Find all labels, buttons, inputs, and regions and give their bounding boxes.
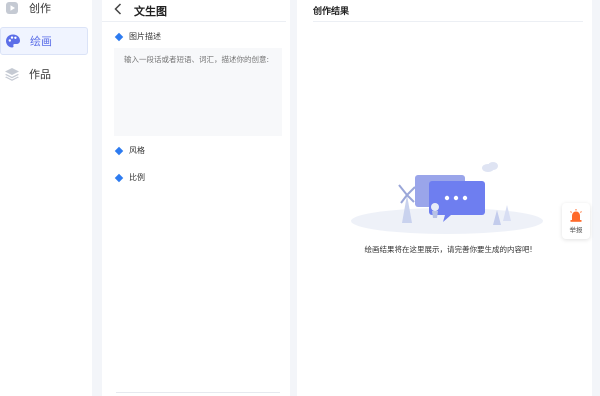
nav-label-create: 创作 <box>29 2 51 15</box>
style-label-text: 风格 <box>129 146 145 155</box>
result-panel: 创作结果 绘画结果将在这里展示，请完善你要生成的内容吧! <box>297 0 600 396</box>
nav-item-create[interactable]: 创作 <box>0 0 88 22</box>
report-button[interactable]: 举报 <box>562 203 590 239</box>
report-label: 举报 <box>569 225 583 234</box>
nav-label-draw: 绘画 <box>30 35 52 48</box>
image-desc-label: 图片描述 <box>114 31 161 42</box>
nav-item-works[interactable]: 作品 <box>0 60 88 88</box>
play-icon <box>4 0 20 16</box>
chevron-left-icon[interactable] <box>114 3 122 18</box>
divider <box>116 392 280 393</box>
layers-icon <box>4 66 20 82</box>
page-title: 文生图 <box>134 4 167 18</box>
diamond-icon <box>114 146 124 155</box>
result-title: 创作结果 <box>313 0 583 22</box>
diamond-icon <box>114 173 124 182</box>
diamond-icon <box>114 32 124 41</box>
palette-icon <box>5 33 21 49</box>
nav-label-works: 作品 <box>29 68 51 81</box>
alarm-icon <box>569 208 583 224</box>
empty-state-illustration-icon <box>351 162 543 234</box>
page-edge <box>592 0 600 396</box>
left-nav: 创作 绘画 作品 <box>0 0 92 396</box>
image-desc-input[interactable] <box>114 48 282 136</box>
nav-item-draw[interactable]: 绘画 <box>0 27 88 55</box>
style-label[interactable]: 风格 <box>114 145 145 156</box>
ratio-label[interactable]: 比例 <box>114 172 145 183</box>
ratio-label-text: 比例 <box>129 173 145 182</box>
text-to-image-panel: 文生图 图片描述 风格 比例 <box>102 0 290 396</box>
panel-header: 文生图 <box>102 0 286 22</box>
image-desc-label-text: 图片描述 <box>129 32 161 41</box>
empty-state-text: 绘画结果将在这里展示，请完善你要生成的内容吧! <box>364 245 533 254</box>
